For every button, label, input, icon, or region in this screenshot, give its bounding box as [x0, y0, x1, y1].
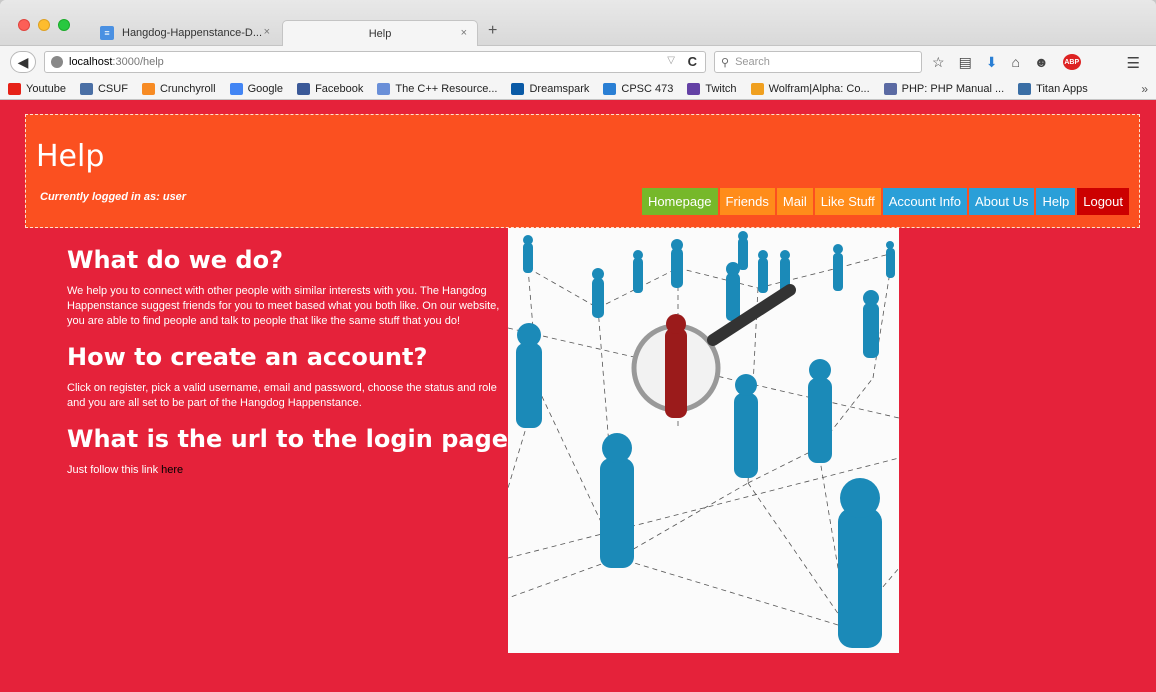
nav-account-info[interactable]: Account Info — [882, 188, 967, 215]
page-left-edge — [0, 100, 11, 692]
dropdown-icon[interactable]: ▽ — [667, 55, 675, 66]
bookmark-item[interactable]: Twitch — [687, 82, 737, 95]
bookmark-favicon-icon — [511, 82, 525, 95]
bookmark-item[interactable]: Google — [229, 82, 284, 95]
bookmark-item[interactable]: Facebook — [297, 82, 364, 95]
login-link[interactable]: here — [161, 464, 183, 476]
network-people-illustration — [507, 228, 900, 653]
bookmarks-bar: Youtube CSUF Crunchyroll Google Facebook The … — [0, 78, 1156, 100]
bookmark-label: Titan Apps — [1036, 82, 1088, 95]
bookmark-label: The C++ Resource... — [395, 82, 498, 95]
tab-help[interactable]: Help × — [282, 20, 478, 46]
section-body: Just follow this link here — [67, 463, 507, 478]
browser-window: ≡ Hangdog-Happenstance-D... × Help × + ◀… — [0, 0, 1156, 692]
bookmark-label: Crunchyroll — [159, 82, 216, 95]
tab-close-icon[interactable]: × — [461, 27, 467, 39]
url-host: localhost — [69, 56, 113, 68]
url-path: :3000/help — [112, 56, 164, 68]
chat-icon[interactable]: ☻ — [1034, 54, 1049, 71]
help-content: What do we do? We help you to connect wi… — [67, 246, 522, 492]
nav-friends[interactable]: Friends — [719, 188, 775, 215]
bookmark-favicon-icon — [297, 82, 311, 95]
tab-label: Hangdog-Happenstance-D... — [122, 27, 263, 39]
url-bar[interactable]: localhost :3000/help ▽ C — [44, 51, 706, 73]
bookmark-label: Twitch — [705, 82, 737, 95]
bookmark-item[interactable]: Wolfram|Alpha: Co... — [750, 82, 870, 95]
nav-mail[interactable]: Mail — [776, 188, 813, 215]
bookmark-item[interactable]: Crunchyroll — [141, 82, 216, 95]
bookmark-item[interactable]: CPSC 473 — [603, 82, 674, 95]
tab-hangdog[interactable]: ≡ Hangdog-Happenstance-D... × — [90, 20, 280, 46]
network-people-image — [507, 231, 900, 648]
section-body: We help you to connect with other people… — [67, 285, 500, 327]
hamburger-menu-icon[interactable]: ☰ — [1127, 54, 1140, 72]
bookmark-label: Google — [247, 82, 284, 95]
nav-help[interactable]: Help — [1036, 188, 1076, 215]
bookmark-label: Youtube — [26, 82, 66, 95]
page-header: Help Currently logged in as: user Homepa… — [25, 114, 1140, 228]
new-tab-button[interactable]: + — [488, 22, 497, 40]
bookmark-item[interactable]: Dreamspark — [511, 82, 590, 95]
reload-icon[interactable]: C — [688, 54, 697, 69]
bookmark-favicon-icon — [229, 82, 243, 95]
nav-like-stuff[interactable]: Like Stuff — [814, 188, 881, 215]
bookmark-item[interactable]: Titan Apps — [1018, 82, 1088, 95]
back-button[interactable]: ◀ — [10, 51, 36, 73]
login-status: Currently logged in as: user — [40, 191, 187, 203]
toolbar-icons: ☆ ▤ ⬇ ⌂ ☻ ABP — [932, 54, 1081, 71]
document-icon: ≡ — [100, 26, 114, 40]
bookmark-favicon-icon — [883, 82, 897, 95]
bookmark-favicon-icon — [141, 82, 155, 95]
download-icon[interactable]: ⬇ — [986, 54, 998, 71]
link-prefix-text: Just follow this link — [67, 464, 162, 476]
bookmark-favicon-icon — [1018, 82, 1032, 95]
bookmark-favicon-icon — [8, 82, 21, 95]
page-title: Help — [36, 139, 105, 174]
home-icon[interactable]: ⌂ — [1012, 54, 1020, 71]
bookmark-favicon-icon — [79, 82, 93, 95]
tab-label: Help — [368, 27, 392, 40]
section-heading: How to create an account? — [67, 343, 428, 371]
tab-strip: ≡ Hangdog-Happenstance-D... × Help × + — [0, 0, 1156, 46]
search-placeholder: Search — [735, 56, 770, 68]
bookmarks-overflow-icon[interactable]: » — [1141, 82, 1148, 96]
bookmark-label: Facebook — [315, 82, 364, 95]
minimize-window-button[interactable] — [38, 19, 50, 31]
bookmark-favicon-icon — [377, 82, 391, 95]
close-window-button[interactable] — [18, 19, 30, 31]
tab-close-icon[interactable]: × — [264, 26, 270, 38]
bookmark-label: Dreamspark — [529, 82, 590, 95]
section-heading: What do we do? — [67, 246, 283, 274]
reading-list-icon[interactable]: ▤ — [959, 54, 972, 71]
main-nav: Homepage Friends Mail Like Stuff Account Inf… — [641, 188, 1129, 215]
back-arrow-icon: ◀ — [17, 53, 29, 70]
bookmark-item[interactable]: PHP: PHP Manual ... — [883, 82, 1005, 95]
nav-logout[interactable]: Logout — [1077, 188, 1129, 215]
bookmark-item[interactable]: Youtube — [8, 82, 66, 95]
page-content: Help Currently logged in as: user Homepa… — [11, 100, 1156, 692]
bookmark-favicon-icon — [750, 82, 764, 95]
bookmark-favicon-icon — [687, 82, 701, 95]
bookmark-label: PHP: PHP Manual ... — [901, 82, 1005, 95]
bookmark-item[interactable]: CSUF — [79, 82, 128, 95]
bookmark-label: CPSC 473 — [621, 82, 674, 95]
bookmark-label: Wolfram|Alpha: Co... — [768, 82, 870, 95]
navigation-bar: ◀ localhost :3000/help ▽ C ⚲ Search ☆ ▤ … — [0, 46, 1156, 78]
nav-homepage[interactable]: Homepage — [641, 188, 718, 215]
bookmark-star-icon[interactable]: ☆ — [932, 54, 945, 71]
section-body: Click on register, pick a valid username… — [67, 382, 497, 409]
zoom-window-button[interactable] — [58, 19, 70, 31]
globe-icon — [51, 56, 63, 68]
search-icon: ⚲ — [721, 56, 730, 69]
bookmark-label: CSUF — [97, 82, 128, 95]
search-input[interactable]: ⚲ Search — [714, 51, 922, 73]
bookmark-favicon-icon — [603, 82, 617, 95]
adblock-icon[interactable]: ABP — [1062, 54, 1081, 70]
section-heading: What is the url to the login page? — [67, 425, 522, 453]
bookmark-item[interactable]: The C++ Resource... — [377, 82, 498, 95]
nav-about-us[interactable]: About Us — [969, 188, 1035, 215]
